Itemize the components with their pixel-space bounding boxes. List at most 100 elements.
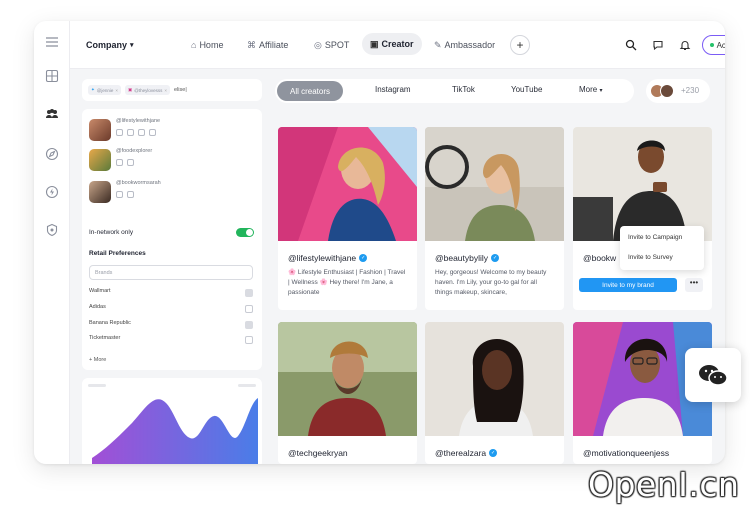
creator-bio: Hey, gorgeous! Welcome to my beauty have… [435,269,547,296]
brand-checkbox[interactable] [245,336,253,344]
bell-icon[interactable] [679,38,691,51]
retail-preferences-title: Retail Preferences [89,250,146,257]
search-input[interactable]: elise| [174,87,187,93]
left-rail [34,21,70,464]
verified-icon: ✓ [491,254,500,262]
nav-affiliate[interactable]: ⌘ Affiliate [247,37,288,53]
list-item[interactable]: @lifestylewithjane [89,117,249,145]
chip-label: @jennie [96,87,114,93]
in-network-toggle[interactable] [236,228,254,237]
compass-icon[interactable] [45,147,59,161]
verified-icon: ✓ [359,254,368,262]
watermark: OpenI.cn [588,465,740,504]
youtube-icon [127,191,134,198]
creator-card[interactable]: @therealzara ✓ [425,322,564,464]
nav-creator-label: Creator [381,39,414,49]
more-filters-link[interactable]: + More [89,357,106,363]
app-window: Company ▾ ⌂ Home ⌘ Affiliate ◎ SPOT ▣ Cr… [34,21,725,464]
tab-tiktok[interactable]: TikTok [452,85,475,97]
wechat-icon [699,365,728,386]
filters-panel: In-network only Retail Preferences Brand… [82,220,262,370]
company-switcher[interactable]: Company ▾ [86,37,134,53]
brand-option[interactable]: Adidas [89,304,253,316]
menu-icon[interactable] [45,35,59,49]
creator-handle[interactable]: @techgeekryan [288,448,348,458]
verified-icon: ✓ [489,449,498,457]
brand-checkbox[interactable] [245,305,253,313]
tab-youtube[interactable]: YouTube [511,85,542,97]
search-chip[interactable]: ✦ @jennie × [88,85,122,95]
nav-home[interactable]: ⌂ Home [191,37,223,53]
close-icon[interactable]: × [115,88,118,93]
brand-label: Banana Republic [89,320,131,326]
search-icon[interactable] [625,38,637,51]
chevron-down-icon: ▾ [599,88,603,94]
tab-instagram[interactable]: Instagram [375,85,411,97]
users-icon[interactable] [45,107,59,121]
brand-option[interactable]: Ticketmaster [89,335,253,347]
creator-handle-text: @lifestylewithjane [288,253,357,263]
creator-handle[interactable]: @therealzara ✓ [435,448,498,458]
tiktok-icon [127,129,134,136]
creator-count[interactable]: +230 [646,79,710,103]
twitter-icon: ✦ [91,87,95,92]
account-handle: @lifestylewithjane [116,118,161,124]
badge-icon[interactable] [45,223,59,237]
company-label: Company [86,40,128,50]
search-chip[interactable]: ▣ @theylovesss × [125,85,171,95]
chat-widget[interactable] [685,348,741,402]
status-active-button[interactable]: Active [702,35,725,55]
creator-handle[interactable]: @motivationqueenjess [583,448,669,458]
area-chart-svg [88,384,258,464]
creator-handle-text: @bookw [583,253,617,263]
twitter-icon [138,129,145,136]
youtube-icon [149,129,156,136]
creator-photo [573,127,712,241]
menu-item-invite-campaign[interactable]: Invite to Campaign [628,234,682,241]
creator-handle[interactable]: @beautybylily ✓ [435,253,500,263]
lightning-icon[interactable] [45,185,59,199]
nav-spot[interactable]: ◎ SPOT [314,37,349,53]
brand-option[interactable]: Wallmart [89,288,253,300]
nav-spot-label: SPOT [324,40,350,50]
nav-ambassador[interactable]: ✎ Ambassador [434,37,495,53]
brands-input[interactable]: Brands [89,265,253,280]
dashboard-icon[interactable] [45,69,59,83]
creator-handle[interactable]: @lifestylewithjane ✓ [288,253,368,263]
nav-creator[interactable]: ▣ Creator [362,33,422,55]
close-icon[interactable]: × [164,88,167,93]
creator-card[interactable]: @techgeekryan [278,322,417,464]
creator-handle[interactable]: @bookw [583,253,616,263]
brand-label: Adidas [89,304,106,310]
home-icon: ⌂ [191,40,197,50]
brand-option[interactable]: Banana Republic [89,320,253,332]
account-handle: @foodexplorer [116,148,153,154]
add-button[interactable]: + [510,35,530,55]
creator-photo [278,322,417,436]
list-item[interactable]: @foodexplorer [89,147,249,175]
chat-icon[interactable] [652,38,664,51]
menu-item-invite-survey[interactable]: Invite to Survey [628,254,673,261]
invite-to-brand-button[interactable]: Invite to my brand [579,278,677,292]
tab-more[interactable]: More ▾ [579,85,602,97]
nav-ambassador-label: Ambassador [444,40,496,50]
creator-card[interactable]: @bookw Invite to my brand ••• [573,127,712,310]
in-network-label: In-network only [89,229,134,236]
instagram-icon: ▣ [128,87,133,92]
creator-photo [425,322,564,436]
tab-more-label: More [579,85,598,94]
tab-all-creators[interactable]: All creators [277,81,343,101]
creator-card[interactable]: @beautybylily ✓ Hey, gorgeous! Welcome t… [425,127,564,310]
creator-photo [278,127,417,241]
more-options-button[interactable]: ••• [685,278,703,292]
creator-bio: 🌸 Lifestyle Enthusiast | Fashion | Trave… [288,269,406,296]
list-item[interactable]: @bookwormsarah [89,179,249,207]
search-bar[interactable]: ✦ @jennie × ▣ @theylovesss × elise| [82,79,262,101]
creator-count-label: +230 [681,86,700,95]
social-icons [116,159,134,166]
creator-handle-text: @therealzara [435,448,487,458]
brand-checkbox[interactable] [245,321,253,329]
creator-card[interactable]: @lifestylewithjane ✓ 🌸 Lifestyle Enthusi… [278,127,417,310]
brand-checkbox[interactable] [245,289,253,297]
avatar [660,84,674,98]
